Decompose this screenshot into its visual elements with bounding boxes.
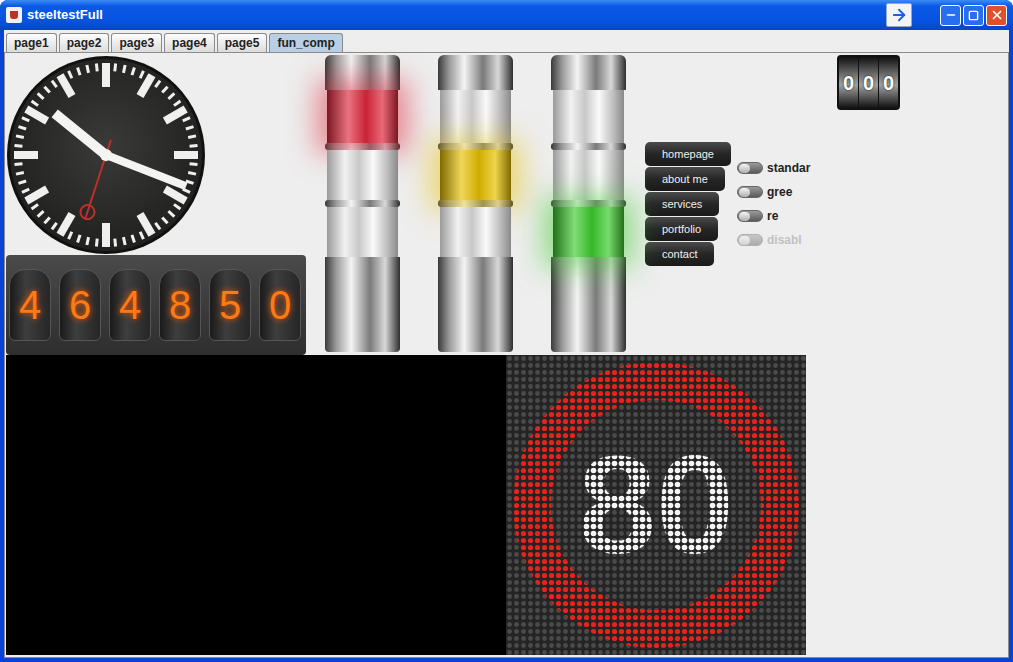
- nixie-tube: 0: [259, 269, 301, 341]
- java-icon: [6, 7, 22, 23]
- tower-ring: [438, 200, 513, 207]
- odometer-digit: 0: [883, 68, 894, 98]
- nixie-digit: 6: [69, 285, 91, 325]
- nixie-tube: 4: [9, 269, 51, 341]
- toggle-switch[interactable]: [737, 162, 763, 174]
- bottom-row: 80: [6, 355, 1008, 655]
- tab-strip: page1page2page3page4page5fun_comp: [4, 30, 1009, 52]
- menu-button[interactable]: portfolio: [645, 217, 718, 241]
- signal-towers: [325, 55, 626, 355]
- tower-cap: [438, 55, 513, 90]
- title-bar: steeltestFull: [0, 0, 1013, 30]
- tab[interactable]: page5: [217, 33, 268, 52]
- top-row: 464850homepageabout meservicesportfolioc…: [6, 55, 1008, 355]
- menu-button[interactable]: contact: [645, 242, 714, 266]
- toggle-row[interactable]: disabl: [737, 231, 832, 249]
- toggle-row[interactable]: gree: [737, 183, 832, 201]
- tower-light-off: [440, 90, 511, 143]
- analog-clock: [6, 55, 206, 255]
- toggle-list: standar gree re disabl: [737, 55, 832, 355]
- window-title: steeltestFull: [27, 5, 103, 25]
- nixie-tube: 4: [109, 269, 151, 341]
- nixie-display: 464850: [6, 255, 306, 355]
- toggle-label: gree: [767, 183, 792, 201]
- toggle-row[interactable]: re: [737, 207, 832, 225]
- odometer-drum: 0: [859, 57, 878, 108]
- minimize-icon: [945, 9, 957, 21]
- tower-base: [325, 257, 400, 352]
- tower-cap: [551, 55, 626, 90]
- toggle-label: disabl: [767, 231, 802, 249]
- tower-ring: [325, 143, 400, 150]
- menu-button[interactable]: services: [645, 192, 719, 216]
- menu-button[interactable]: homepage: [645, 142, 731, 166]
- tower-light-off: [553, 90, 624, 143]
- led-matrix-sign: 80: [506, 355, 806, 655]
- tab[interactable]: page1: [6, 33, 57, 52]
- tab-panel: 464850homepageabout meservicesportfolioc…: [4, 52, 1009, 658]
- nixie-digit: 8: [169, 285, 191, 325]
- arrow-button[interactable]: [886, 3, 912, 27]
- nixie-digit: 4: [119, 285, 141, 325]
- odometer-digit: 0: [843, 68, 854, 98]
- nixie-tube: 6: [59, 269, 101, 341]
- odometer-digit: 0: [863, 68, 874, 98]
- nixie-digit: 5: [219, 285, 241, 325]
- close-button[interactable]: [986, 5, 1007, 26]
- tower-ring: [325, 200, 400, 207]
- nixie-digit: 4: [19, 285, 41, 325]
- signal-tower: [325, 55, 400, 355]
- tower-light-off: [327, 150, 398, 200]
- odometer: 000: [837, 55, 900, 110]
- maximize-button[interactable]: [963, 5, 984, 26]
- menu-button[interactable]: about me: [645, 167, 725, 191]
- toggle-row[interactable]: standar: [737, 159, 832, 177]
- tower-light-off: [327, 207, 398, 257]
- toggle-label: standar: [767, 159, 810, 177]
- odometer-drum: 0: [839, 57, 858, 108]
- odometer-drum: 0: [879, 57, 898, 108]
- minimize-button[interactable]: [940, 5, 961, 26]
- nixie-tube: 8: [159, 269, 201, 341]
- toggle-switch[interactable]: [737, 210, 763, 222]
- black-panel: [6, 355, 506, 655]
- tower-ring: [551, 143, 626, 150]
- signal-tower: [438, 55, 513, 355]
- nixie-digit: 0: [269, 285, 291, 325]
- tower-base: [551, 257, 626, 352]
- tower-light-on: [327, 90, 398, 143]
- tower-base: [438, 257, 513, 352]
- menu: homepageabout meservicesportfoliocontact: [645, 55, 731, 355]
- signal-tower: [551, 55, 626, 355]
- tab[interactable]: page2: [59, 33, 110, 52]
- maximize-icon: [968, 10, 979, 21]
- tower-ring: [551, 200, 626, 207]
- tower-light-off: [553, 150, 624, 200]
- tower-light-on: [553, 207, 624, 257]
- svg-text:80: 80: [578, 426, 734, 583]
- tab[interactable]: fun_comp: [269, 33, 342, 52]
- client-area: page1page2page3page4page5fun_comp464850h…: [4, 30, 1009, 658]
- tab[interactable]: page3: [111, 33, 162, 52]
- tower-light-on: [440, 150, 511, 200]
- close-icon: [990, 8, 1004, 22]
- nixie-tube: 5: [209, 269, 251, 341]
- toggle-switch[interactable]: [737, 186, 763, 198]
- tower-cap: [325, 55, 400, 90]
- toggle-label: re: [767, 207, 778, 225]
- tab[interactable]: page4: [164, 33, 215, 52]
- toggle-switch[interactable]: [737, 234, 763, 246]
- tower-light-off: [440, 207, 511, 257]
- arrow-right-icon: [890, 6, 908, 24]
- tower-ring: [438, 143, 513, 150]
- window: steeltestFull page1page2page3page4page5fu…: [0, 0, 1013, 662]
